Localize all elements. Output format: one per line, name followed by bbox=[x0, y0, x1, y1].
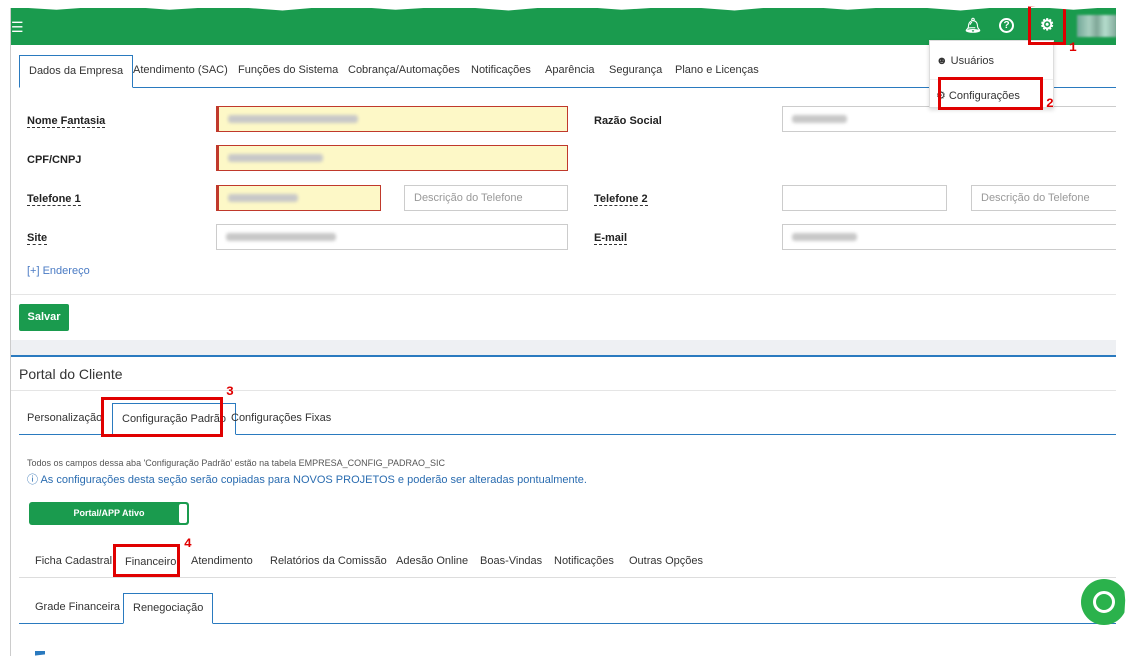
telefone1-input[interactable] bbox=[216, 185, 381, 211]
portal-divider bbox=[11, 390, 1116, 391]
highlight-box-1 bbox=[1028, 4, 1066, 45]
highlight-box-3 bbox=[101, 397, 223, 437]
tab-notificacoes[interactable]: Notificações bbox=[471, 55, 531, 88]
razao-social-label: Razão Social bbox=[594, 115, 662, 127]
subtab-ficha-cadastral[interactable]: Ficha Cadastral bbox=[35, 546, 112, 578]
telefone2-description-input[interactable]: Descrição do Telefone bbox=[971, 185, 1116, 211]
tab-atendimento-sac[interactable]: Atendimento (SAC) bbox=[133, 55, 228, 88]
tab-cobranca-automacoes[interactable]: Cobrança/Automações bbox=[348, 55, 460, 88]
telefone2-input[interactable] bbox=[782, 185, 947, 211]
telefone1-description-input[interactable]: Descrição do Telefone bbox=[404, 185, 568, 211]
save-button[interactable]: Salvar bbox=[19, 304, 69, 331]
site-input[interactable] bbox=[216, 224, 568, 250]
subtab-adesao-online[interactable]: Adesão Online bbox=[396, 546, 468, 578]
whatsapp-icon bbox=[1093, 591, 1115, 613]
annotation-3: 3 bbox=[226, 384, 234, 399]
tab-funcoes-sistema[interactable]: Funções do Sistema bbox=[238, 55, 338, 88]
annotation-4: 4 bbox=[184, 536, 192, 551]
portal-title: Portal do Cliente bbox=[19, 366, 123, 382]
financeiro-subtabs: Grade Financeira Renegociação bbox=[19, 593, 1116, 624]
annotation-2: 2 bbox=[1046, 96, 1054, 111]
email-input[interactable] bbox=[782, 224, 1116, 250]
config-note: Todos os campos dessa aba 'Configuração … bbox=[27, 458, 445, 468]
whatsapp-button[interactable] bbox=[1081, 579, 1127, 625]
info-message: ⓘ As configurações desta seção serão cop… bbox=[27, 471, 587, 487]
toggle-label: Portal/APP Ativo bbox=[73, 508, 145, 518]
endereco-link[interactable]: [+] Endereço bbox=[27, 265, 90, 277]
form-divider bbox=[11, 294, 1116, 295]
site-label: Site bbox=[27, 232, 48, 245]
subtab-grade-financeira[interactable]: Grade Financeira bbox=[35, 593, 120, 624]
hamburger-icon[interactable]: ☰ bbox=[11, 19, 24, 36]
nome-fantasia-input[interactable] bbox=[216, 106, 568, 132]
portal-app-toggle[interactable]: Portal/APP Ativo bbox=[29, 502, 189, 525]
bell-icon[interactable]: 🔔︎ bbox=[964, 17, 982, 34]
tab-dados-empresa[interactable]: Dados da Empresa bbox=[19, 55, 134, 88]
subtab-renegociacao[interactable]: Renegociação bbox=[123, 593, 214, 624]
torn-edge-right bbox=[1118, 0, 1130, 667]
info-text: As configurações desta seção serão copia… bbox=[40, 474, 587, 486]
subtab-atendimento[interactable]: Atendimento bbox=[191, 546, 253, 578]
section-separator bbox=[11, 340, 1116, 355]
toggle-knob bbox=[179, 504, 187, 523]
tab-plano-licencas[interactable]: Plano e Licenças bbox=[675, 55, 759, 88]
telefone1-label: Telefone 1 bbox=[27, 193, 81, 206]
help-icon[interactable]: ? bbox=[999, 18, 1014, 33]
cpf-cnpj-input[interactable] bbox=[216, 145, 568, 171]
tab-aparencia[interactable]: Aparência bbox=[545, 55, 595, 88]
info-icon: ⓘ bbox=[27, 474, 41, 486]
avatar[interactable] bbox=[1077, 15, 1116, 37]
subtab-outras-opcoes[interactable]: Outras Opções bbox=[629, 546, 703, 578]
subtab-notificacoes[interactable]: Notificações bbox=[554, 546, 614, 578]
user-icon: ☻ bbox=[936, 55, 951, 67]
subtab-boas-vindas[interactable]: Boas-Vindas bbox=[480, 546, 542, 578]
tab-seguranca[interactable]: Segurança bbox=[609, 55, 662, 88]
email-label: E-mail bbox=[594, 232, 628, 245]
highlight-box-2 bbox=[938, 77, 1043, 110]
tab-configuracoes-fixas[interactable]: Configurações Fixas bbox=[231, 403, 331, 435]
telefone2-label: Telefone 2 bbox=[594, 193, 648, 206]
subtab-relatorios-comissao[interactable]: Relatórios da Comissão bbox=[270, 546, 387, 578]
menu-item-usuarios[interactable]: ☻ Usuários bbox=[936, 55, 994, 67]
tab-personalizacao[interactable]: Personalização bbox=[27, 403, 102, 435]
annotation-1: 1 bbox=[1069, 40, 1077, 55]
highlight-box-4 bbox=[113, 544, 180, 577]
portal-top-border bbox=[11, 355, 1116, 357]
cpf-cnpj-label: CPF/CNPJ bbox=[27, 154, 82, 166]
nome-fantasia-label: Nome Fantasia bbox=[27, 115, 106, 128]
